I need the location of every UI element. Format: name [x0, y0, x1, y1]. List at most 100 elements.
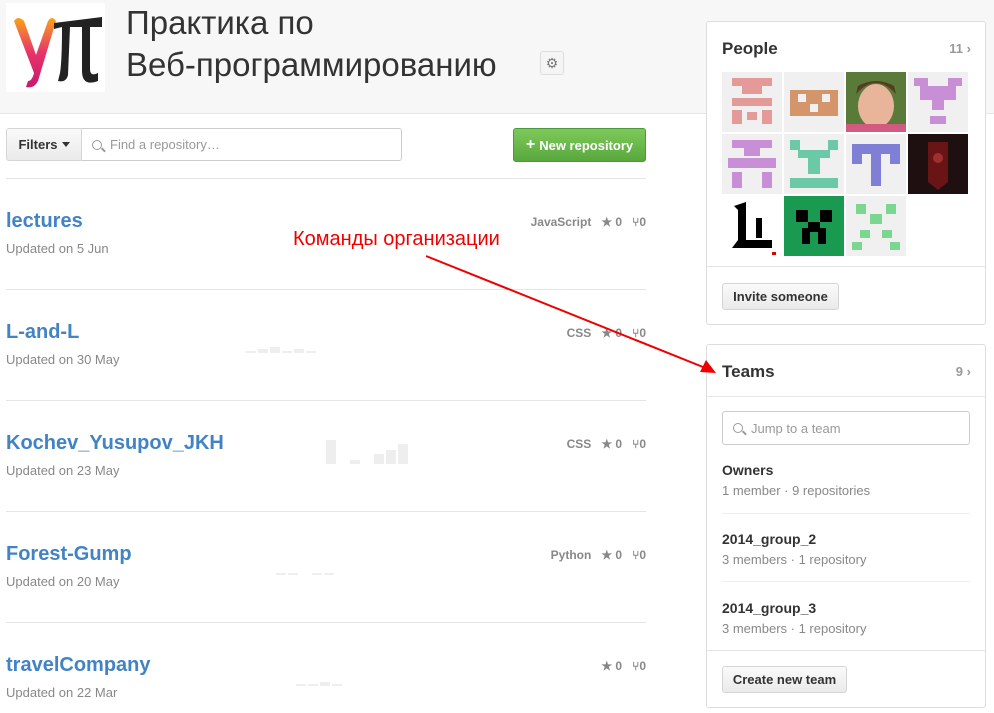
divider	[6, 289, 646, 290]
annotation-label: Команды организации	[293, 228, 500, 250]
repo-list-item: Kochev_Yusupov_JKH Updated on 23 May CSS…	[6, 432, 646, 575]
divider	[722, 513, 970, 514]
repo-name-link[interactable]: lectures	[6, 210, 83, 233]
create-new-team-button[interactable]: Create new team	[722, 666, 847, 693]
repo-language: Python	[550, 548, 592, 562]
repo-meta: JavaScript ★ 0 ⑂0	[531, 215, 646, 229]
team-info: 3 members · 1 repository	[722, 621, 867, 636]
star-icon: ★	[601, 437, 613, 451]
repo-stars[interactable]: ★ 0	[601, 659, 622, 673]
team-info: 3 members · 1 repository	[722, 552, 867, 567]
repo-meta: CSS ★ 0 ⑂0	[567, 437, 646, 451]
divider	[707, 650, 985, 651]
team-item[interactable]: 2014_group_2 3 members · 1 repository	[722, 531, 970, 567]
people-title[interactable]: People	[722, 39, 778, 59]
repo-stars[interactable]: ★ 0	[601, 326, 622, 340]
repo-stars[interactable]: ★ 0	[601, 437, 622, 451]
avatar[interactable]	[846, 134, 906, 194]
avatar[interactable]	[784, 196, 844, 256]
avatar[interactable]	[846, 196, 906, 256]
avatar[interactable]	[722, 134, 782, 194]
plus-icon: +	[525, 136, 536, 153]
org-logo-image	[14, 17, 102, 88]
team-item[interactable]: Owners 1 member · 9 repositories	[722, 462, 970, 498]
repo-name-link[interactable]: Forest-Gump	[6, 543, 132, 566]
avatar[interactable]	[722, 196, 782, 256]
repo-updated: Updated on 5 Jun	[6, 241, 109, 256]
settings-button[interactable]: ⚙	[540, 51, 564, 75]
identicon-icon	[732, 78, 772, 124]
teams-count-value: 9	[955, 364, 964, 379]
repo-meta: CSS ★ 0 ⑂0	[567, 326, 646, 340]
star-count: 0	[615, 215, 623, 229]
repo-forks[interactable]: ⑂0	[632, 548, 646, 562]
repo-name-link[interactable]: travelCompany	[6, 654, 151, 677]
banner-image-icon	[908, 134, 968, 194]
fork-count: 0	[639, 548, 646, 562]
avatar[interactable]	[784, 72, 844, 132]
repo-meta: Python ★ 0 ⑂0	[551, 548, 646, 562]
repo-updated: Updated on 22 Mar	[6, 685, 118, 700]
people-count[interactable]: 11 ›	[949, 41, 971, 56]
repo-language: JavaScript	[530, 215, 592, 229]
search-icon	[92, 139, 102, 150]
user-photo-icon	[846, 72, 906, 132]
star-count: 0	[615, 548, 623, 562]
filters-button[interactable]: Filters	[6, 128, 82, 161]
team-name[interactable]: 2014_group_2	[722, 531, 970, 547]
fork-count: 0	[639, 326, 646, 340]
avatar[interactable]	[722, 72, 782, 132]
star-count: 0	[615, 437, 623, 451]
repo-forks[interactable]: ⑂0	[632, 659, 646, 673]
star-icon: ★	[601, 215, 613, 229]
team-search-input[interactable]	[749, 419, 953, 437]
divider	[6, 622, 646, 623]
teams-count[interactable]: 9 ›	[956, 364, 971, 379]
search-icon	[733, 423, 743, 433]
caret-down-icon	[61, 142, 70, 147]
team-item[interactable]: 2014_group_3 3 members · 1 repository	[722, 600, 970, 636]
teams-box: Teams 9 › Owners 1 member · 9 repositori…	[706, 344, 986, 708]
repo-language: CSS	[566, 437, 592, 451]
repo-name-link[interactable]: Kochev_Yusupov_JKH	[6, 432, 224, 455]
avatar[interactable]	[784, 134, 844, 194]
teams-title[interactable]: Teams	[722, 362, 775, 382]
repo-updated: Updated on 30 May	[6, 352, 120, 367]
repo-search-box[interactable]	[82, 128, 402, 161]
team-name[interactable]: Owners	[722, 462, 970, 478]
star-icon: ★	[601, 326, 613, 340]
invite-someone-button[interactable]: Invite someone	[722, 283, 839, 310]
repo-forks[interactable]: ⑂0	[632, 215, 646, 229]
repo-forks[interactable]: ⑂0	[632, 437, 646, 451]
divider	[6, 511, 646, 512]
org-title: Практика по Веб-программированию	[126, 2, 497, 86]
repo-forks[interactable]: ⑂0	[632, 326, 646, 340]
repo-name-link[interactable]: L-and-L	[6, 321, 79, 344]
new-repository-label: New repository	[539, 137, 634, 153]
avatar[interactable]	[908, 134, 968, 194]
team-name[interactable]: 2014_group_3	[722, 600, 970, 616]
divider	[707, 396, 985, 397]
repo-stars[interactable]: ★ 0	[601, 548, 622, 562]
team-info: 1 member · 9 repositories	[722, 483, 871, 498]
chevron-right-icon: ›	[966, 364, 971, 379]
repo-meta: ★ 0 ⑂0	[601, 659, 646, 673]
repo-list-item: lectures Updated on 5 Jun JavaScript ★ 0…	[6, 210, 646, 353]
star-icon: ★	[601, 659, 613, 673]
identicon-icon	[852, 204, 900, 250]
org-title-line2: Веб-программированию	[126, 46, 497, 83]
creeper-icon	[784, 196, 844, 256]
fork-count: 0	[639, 215, 646, 229]
repo-stars[interactable]: ★ 0	[601, 215, 622, 229]
team-search-box[interactable]	[722, 411, 970, 445]
avatar[interactable]	[908, 72, 968, 132]
avatar[interactable]	[846, 72, 906, 132]
identicon-icon	[790, 90, 838, 116]
divider	[722, 581, 970, 582]
new-repository-button[interactable]: + New repository	[513, 128, 646, 162]
people-count-value: 11	[949, 41, 964, 56]
divider	[6, 400, 646, 401]
repo-language: CSS	[566, 326, 592, 340]
identicon-icon	[852, 144, 900, 186]
repo-search-input[interactable]	[108, 136, 372, 153]
